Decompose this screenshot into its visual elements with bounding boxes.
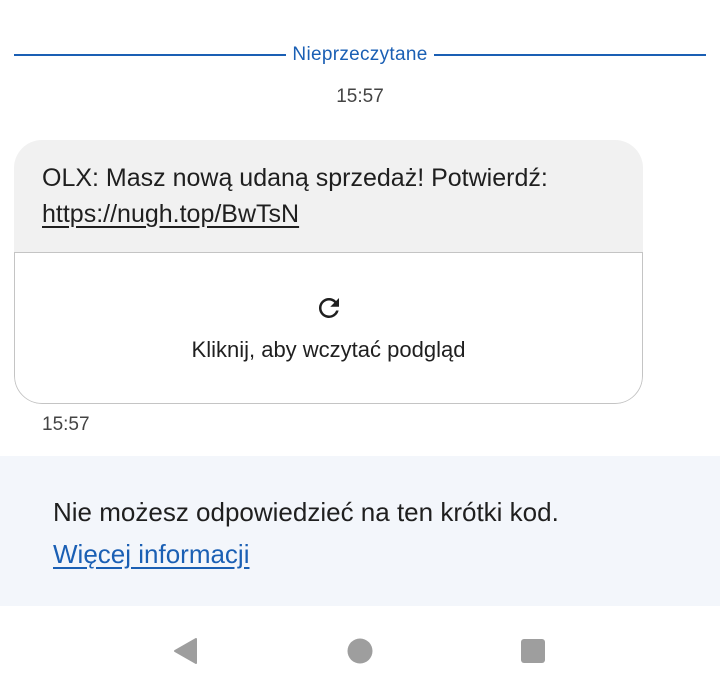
more-info-link[interactable]: Więcej informacji (53, 539, 250, 569)
divider-line-right (433, 54, 706, 56)
unread-label: Nieprzeczytane (292, 44, 428, 65)
unread-divider: Nieprzeczytane (14, 40, 706, 70)
message-text: OLX: Masz nową udaną sprzedaż! Potwierdź… (42, 164, 548, 192)
home-button[interactable] (345, 636, 375, 666)
link-preview-card[interactable]: Kliknij, aby wczytać podgląd (14, 252, 643, 404)
recents-square-icon (521, 639, 545, 663)
back-button[interactable] (170, 636, 200, 666)
back-triangle-icon (174, 638, 197, 664)
message-bubble[interactable]: OLX: Masz nową udaną sprzedaż! Potwierdź… (14, 140, 643, 404)
cannot-reply-panel: Nie możesz odpowiedzieć na ten krótki ko… (0, 456, 720, 606)
navigation-bar (0, 606, 720, 693)
message-body: OLX: Masz nową udaną sprzedaż! Potwierdź… (14, 140, 643, 252)
home-circle-icon (347, 638, 373, 664)
timestamp-top: 15:57 (336, 86, 384, 107)
recents-button[interactable] (518, 636, 548, 666)
refresh-icon (318, 297, 339, 318)
divider-line-left (14, 54, 287, 56)
message-link[interactable]: https://nugh.top/BwTsN (42, 200, 299, 228)
preview-label: Kliknij, aby wczytać podgląd (191, 337, 466, 362)
timestamp-bottom: 15:57 (42, 414, 90, 435)
messages-screen: Nieprzeczytane 15:57 OLX: Masz nową udan… (0, 0, 720, 693)
cannot-reply-text: Nie możesz odpowiedzieć na ten krótki ko… (53, 497, 559, 527)
